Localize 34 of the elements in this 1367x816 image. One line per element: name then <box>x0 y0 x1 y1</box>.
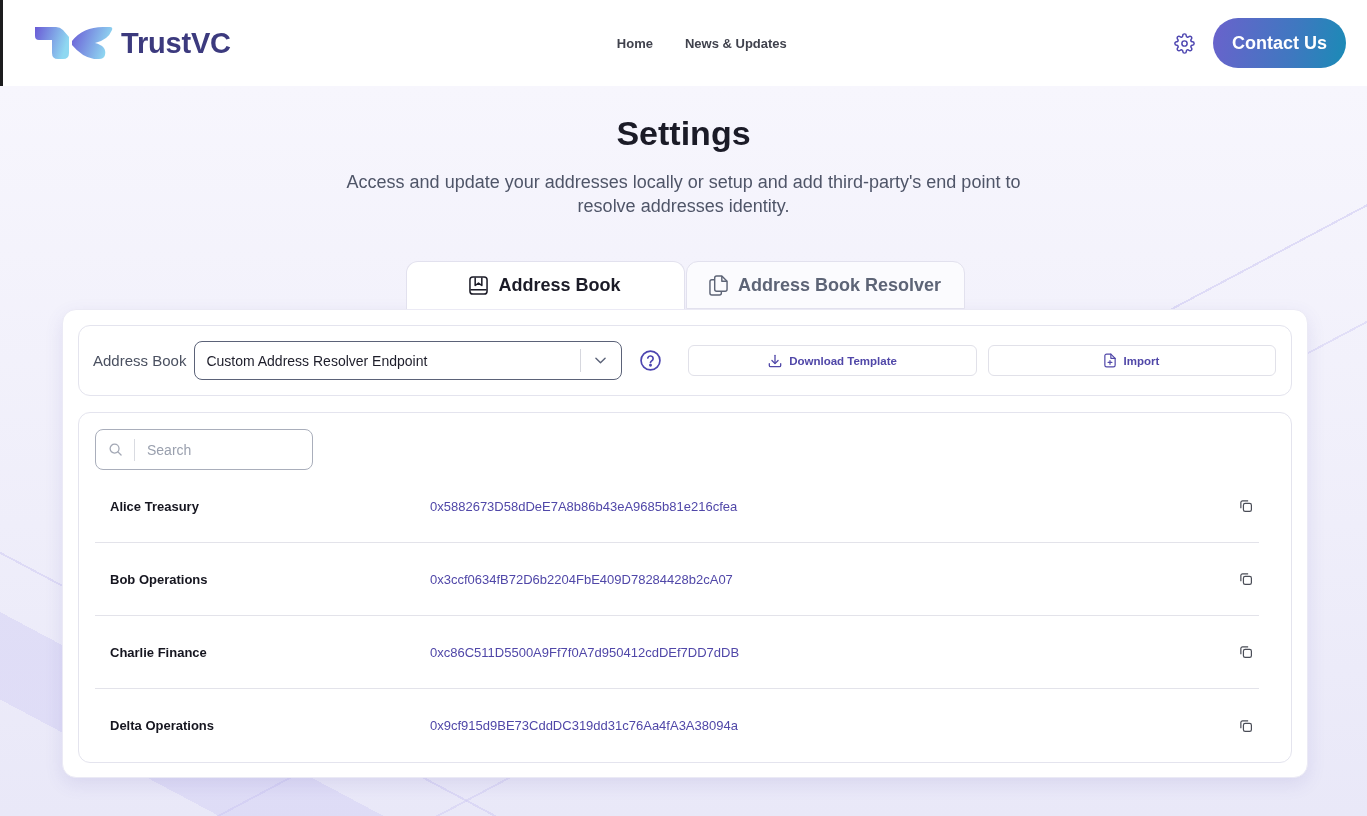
tab[interactable]: Address Book Resolver <box>685 261 965 309</box>
download-icon <box>768 353 783 368</box>
field-label: Address Book <box>93 352 187 369</box>
file-plus-icon <box>1104 353 1117 368</box>
copy-icon[interactable] <box>1240 719 1252 732</box>
tab[interactable]: Address Book <box>405 261 685 309</box>
logo-icon <box>35 27 113 59</box>
chevron-down-icon <box>595 357 607 364</box>
import-button[interactable]: Import <box>987 345 1276 376</box>
wallet-address: 0x5882673D58dDeE7A8b86b43eA9685b81e216cfea <box>430 498 739 514</box>
search-field[interactable]: Search <box>95 429 313 470</box>
settings-icon[interactable] <box>1174 32 1195 54</box>
documents-icon <box>708 274 728 296</box>
page-description: Access and update your addresses locally or setup and add third-party's end point to resolve addresses identity. <box>345 171 1022 218</box>
address-book-dropdown[interactable]: Custom Address Resolver Endpoint <box>194 341 623 380</box>
wallet-address: 0x9cf915d9BE73CddDC319dd31c76Aa4fA3A38094a <box>430 718 739 733</box>
contact-name: Delta Operations <box>110 718 216 733</box>
copy-icon[interactable] <box>1240 646 1252 658</box>
nav-link[interactable]: News & Updates <box>684 35 787 51</box>
help-icon[interactable] <box>640 350 662 371</box>
brand-name: TrustVC <box>121 26 231 60</box>
contact-name: Bob Operations <box>110 571 209 587</box>
wallet-address: 0xc86C511D5500A9Ff7f0A7d950412cdDEf7DD7dDB <box>430 644 741 660</box>
contact-name: Charlie Finance <box>110 644 208 660</box>
nav-link[interactable]: Home <box>616 35 653 51</box>
copy-icon[interactable] <box>1240 573 1252 585</box>
book-icon <box>469 276 489 295</box>
download-template-button[interactable]: Download Template <box>688 345 977 376</box>
contact-button[interactable]: Contact Us <box>1213 18 1346 68</box>
wallet-address: 0x3ccf0634fB72D6b2204FbE409D78284428b2cA07 <box>430 571 734 587</box>
page-title: Settings <box>616 113 751 153</box>
copy-icon[interactable] <box>1240 500 1252 512</box>
contact-name: Alice Treasury <box>110 498 200 514</box>
search-icon <box>109 443 122 456</box>
